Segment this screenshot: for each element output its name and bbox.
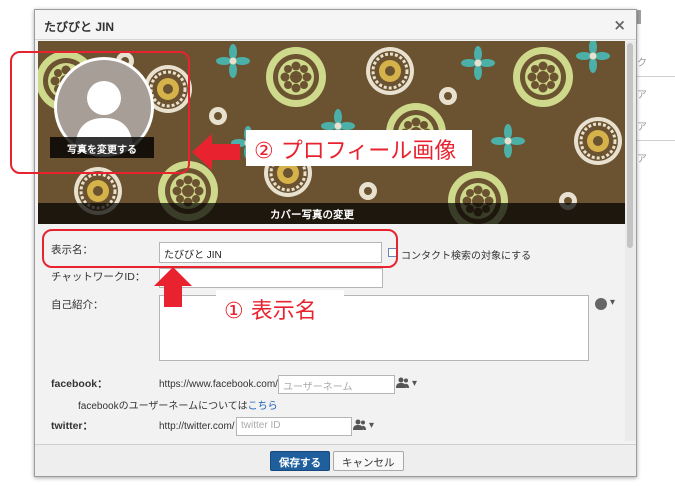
backdrop-divider bbox=[637, 140, 675, 141]
facebook-hint: facebookのユーザーネームについてはこちら bbox=[78, 397, 278, 412]
up-arrow-icon bbox=[154, 267, 192, 307]
backdrop-fragment bbox=[637, 10, 641, 24]
cancel-button[interactable]: キャンセル bbox=[333, 451, 404, 471]
display-name-highlight bbox=[42, 229, 398, 268]
backdrop-divider bbox=[637, 76, 675, 77]
people-icon[interactable] bbox=[396, 377, 410, 389]
chevron-down-icon[interactable]: ▾ bbox=[610, 297, 615, 308]
chevron-down-icon[interactable]: ▾ bbox=[369, 420, 374, 431]
profile-image-callout: ② プロフィール画像 bbox=[246, 130, 472, 166]
self-intro-label: 自己紹介： bbox=[51, 299, 104, 311]
dialog-footer: 保存する キャンセル bbox=[35, 444, 636, 476]
backdrop-letter: ク bbox=[637, 58, 647, 69]
facebook-hint-text: facebookのユーザーネームについては bbox=[78, 401, 248, 412]
display-name-callout: ① 表示名 bbox=[216, 290, 344, 326]
chevron-down-icon[interactable]: ▾ bbox=[412, 378, 417, 389]
twitter-label: twitter： bbox=[51, 420, 93, 432]
backdrop-letter: ア bbox=[637, 122, 647, 133]
screenshot-stage: ク ア ア ア たびびと JIN × カバー写真の変更 写真を変更する 表示名：… bbox=[0, 0, 675, 487]
facebook-url-prefix: https://www.facebook.com/ bbox=[159, 379, 278, 390]
left-arrow-icon bbox=[192, 134, 240, 170]
facebook-username-input[interactable]: ユーザーネーム bbox=[278, 375, 395, 394]
people-icon[interactable] bbox=[353, 419, 367, 431]
save-button[interactable]: 保存する bbox=[270, 451, 330, 471]
scrollbar-thumb[interactable] bbox=[627, 43, 633, 248]
twitter-id-input[interactable]: twitter ID bbox=[236, 417, 352, 436]
change-cover-bar[interactable]: カバー写真の変更 bbox=[38, 203, 626, 224]
facebook-hint-link[interactable]: こちら bbox=[248, 401, 278, 412]
backdrop-letter: ア bbox=[637, 90, 647, 101]
facebook-label: facebook： bbox=[51, 378, 108, 390]
chatwork-id-label: チャットワークID： bbox=[51, 271, 146, 283]
dialog-scrollbar[interactable] bbox=[625, 41, 636, 441]
globe-icon[interactable] bbox=[595, 298, 607, 310]
twitter-url-prefix: http://twitter.com/ bbox=[159, 421, 235, 432]
profile-image-highlight bbox=[10, 51, 190, 174]
dialog-titlebar: たびびと JIN × bbox=[35, 10, 636, 40]
dialog-title: たびびと JIN bbox=[44, 20, 115, 34]
close-icon[interactable]: × bbox=[613, 16, 626, 34]
backdrop-right: ク ア ア ア bbox=[637, 0, 675, 487]
change-cover-label: カバー写真の変更 bbox=[270, 209, 354, 221]
contact-search-label[interactable]: コンタクト検索の対象にする bbox=[401, 247, 531, 262]
backdrop-letter: ア bbox=[637, 154, 647, 165]
